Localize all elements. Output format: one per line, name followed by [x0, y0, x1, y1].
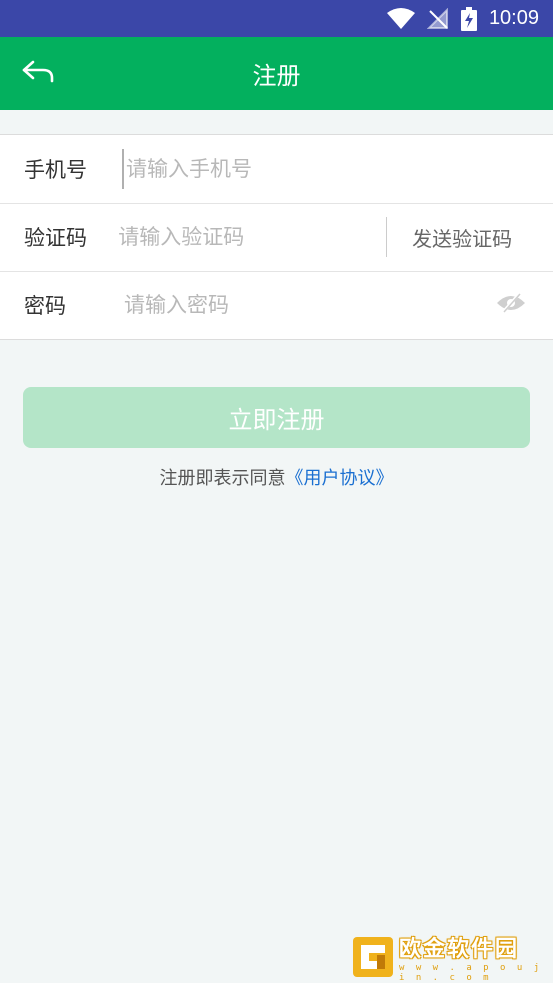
app-bar: 注册: [0, 37, 553, 110]
status-clock: 10:09: [488, 7, 539, 29]
password-visibility-toggle[interactable]: [491, 285, 531, 325]
phone-label: 手机号: [24, 158, 87, 182]
eye-off-icon: [496, 293, 526, 317]
register-button[interactable]: 立即注册: [23, 387, 530, 448]
watermark-url: w w w . a p o u j i n . c o m: [399, 963, 543, 983]
code-input[interactable]: [118, 217, 387, 257]
password-input[interactable]: [124, 285, 491, 325]
watermark-text: 欧金软件园 w w w . a p o u j i n . c o m: [399, 931, 547, 983]
phone-input[interactable]: [122, 149, 553, 189]
register-form: 手机号 验证码 发送验证码 密码: [0, 134, 553, 340]
battery-charging-icon: [460, 6, 477, 31]
page-title: 注册: [252, 62, 301, 90]
watermark: 欧金软件园 w w w . a p o u j i n . c o m: [351, 931, 547, 983]
no-signal-icon: [426, 7, 449, 30]
code-row: 验证码 发送验证码: [0, 203, 553, 271]
status-bar: 10:09: [0, 0, 553, 37]
back-button[interactable]: [14, 51, 62, 97]
back-arrow-icon: [21, 59, 55, 89]
watermark-logo-icon: [351, 935, 395, 979]
code-label: 验证码: [24, 226, 87, 250]
password-row: 密码: [0, 271, 553, 339]
agreement-prefix: 注册即表示同意: [159, 468, 286, 489]
phone-row: 手机号: [0, 135, 553, 203]
watermark-name: 欧金软件园: [399, 937, 520, 962]
password-label: 密码: [24, 294, 66, 318]
wifi-icon: [386, 7, 415, 30]
send-code-button[interactable]: 发送验证码: [386, 217, 537, 257]
user-agreement-link[interactable]: 《用户协议》: [286, 468, 394, 489]
agreement-text: 注册即表示同意《用户协议》: [0, 464, 553, 490]
